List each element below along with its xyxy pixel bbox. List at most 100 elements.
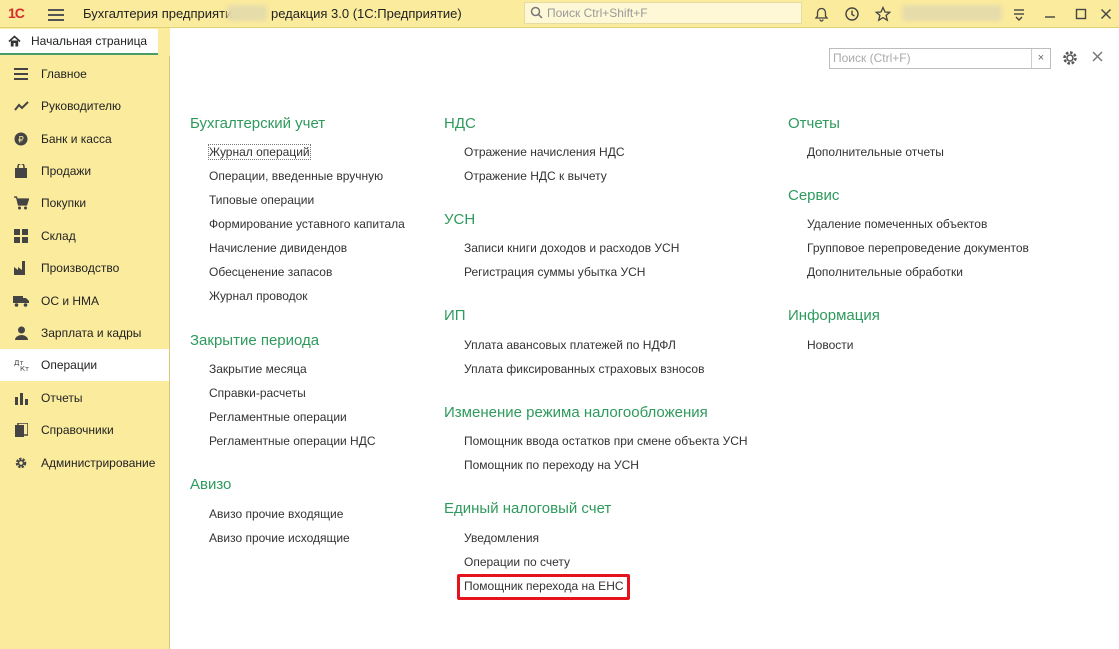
sidebar-item-label: Склад (41, 229, 76, 243)
link-aviso-incoming[interactable]: Авизо прочие входящие (209, 507, 343, 521)
sidebar-item-label: Главное (41, 67, 87, 81)
truck-icon (13, 293, 29, 309)
title-bar: 1С Бухгалтерия предприятия редакция 3.0 … (0, 0, 1119, 28)
history-icon[interactable] (843, 5, 861, 23)
sidebar-item-label: Продажи (41, 164, 92, 178)
link-usn-transition-assistant[interactable]: Помощник по переходу на УСН (464, 458, 639, 472)
section-title-ip: ИП (444, 307, 466, 324)
link-routine-operations[interactable]: Регламентные операции (209, 410, 347, 424)
bell-icon[interactable] (812, 5, 830, 23)
menu-icon (13, 66, 29, 82)
global-search-placeholder: Поиск Ctrl+Shift+F (547, 6, 648, 20)
close-window-icon[interactable] (1097, 5, 1115, 23)
close-panel-icon[interactable] (1092, 49, 1103, 67)
link-calculations[interactable]: Справки-расчеты (209, 386, 306, 400)
link-notifications[interactable]: Уведомления (464, 531, 539, 545)
sidebar-item-sales[interactable]: Продажи (0, 155, 169, 187)
sidebar-item-main[interactable]: Главное (0, 58, 169, 90)
link-additional-processing[interactable]: Дополнительные обработки (807, 265, 963, 279)
app-logo: 1С (8, 5, 25, 21)
sidebar-item-purchases[interactable]: Покупки (0, 187, 169, 219)
cart-icon (13, 195, 29, 211)
tab-home[interactable]: Начальная страница (0, 29, 158, 55)
section-title-accounting: Бухгалтерский учет (190, 115, 326, 132)
section-title-info: Информация (788, 307, 880, 324)
link-group-reposting[interactable]: Групповое перепроведение документов (807, 241, 1029, 255)
sidebar-item-warehouse[interactable]: Склад (0, 220, 169, 252)
app-title: Бухгалтерия предприятия (83, 6, 240, 21)
sidebar-item-label: Зарплата и кадры (41, 326, 142, 340)
app-title-edition: редакция 3.0 (1С:Предприятие) (271, 6, 462, 21)
redacted-user (902, 5, 1002, 21)
link-charter-capital[interactable]: Формирование уставного капитала (209, 217, 405, 231)
section-title-usn: УСН (444, 211, 476, 228)
link-manual-operations[interactable]: Операции, введенные вручную (209, 169, 383, 183)
svg-text:Кт: Кт (20, 365, 29, 372)
book-icon (13, 422, 29, 438)
section-search-input[interactable]: Поиск (Ctrl+F) × (829, 48, 1051, 69)
sidebar-item-references[interactable]: Справочники (0, 414, 169, 446)
link-dividends[interactable]: Начисление дивидендов (209, 241, 347, 255)
sidebar-item-label: Покупки (41, 196, 87, 210)
section-title-period-close: Закрытие периода (190, 332, 320, 349)
link-delete-marked[interactable]: Удаление помеченных объектов (807, 217, 987, 231)
sidebar-item-production[interactable]: Производство (0, 252, 169, 284)
link-standard-operations[interactable]: Типовые операции (209, 193, 314, 207)
sidebar-item-admin[interactable]: Администрирование (0, 447, 169, 479)
link-fixed-contributions[interactable]: Уплата фиксированных страховых взносов (464, 362, 704, 376)
section-title-tax-change: Изменение режима налогообложения (444, 404, 708, 421)
bar-chart-icon (13, 390, 29, 406)
settings-gear-icon[interactable] (1061, 49, 1079, 67)
link-usn-book[interactable]: Записи книги доходов и расходов УСН (464, 241, 679, 255)
bag-icon (13, 163, 29, 179)
section-title-ens: Единый налоговый счет (444, 500, 612, 517)
search-icon (530, 6, 543, 22)
link-inventory-impairment[interactable]: Обесценение запасов (209, 265, 332, 279)
link-vat-deduction[interactable]: Отражение НДС к вычету (464, 169, 607, 183)
sidebar: Главное Руководителю ₽ Банк и касса Прод… (0, 56, 170, 649)
sidebar-item-salary[interactable]: Зарплата и кадры (0, 317, 169, 349)
clear-search-icon[interactable]: × (1031, 49, 1050, 68)
sidebar-item-label: Справочники (41, 423, 114, 437)
coin-icon: ₽ (13, 131, 29, 147)
section-title-vat: НДС (444, 115, 476, 132)
section-title-reports: Отчеты (788, 115, 840, 132)
section-search-placeholder: Поиск (Ctrl+F) (833, 51, 911, 65)
link-routine-operations-vat[interactable]: Регламентные операции НДС (209, 434, 376, 448)
link-vat-accrual[interactable]: Отражение начисления НДС (464, 145, 625, 159)
highlight-frame (457, 574, 630, 600)
link-postings-journal[interactable]: Журнал проводок (209, 289, 308, 303)
link-additional-reports[interactable]: Дополнительные отчеты (807, 145, 944, 159)
sidebar-item-assets[interactable]: ОС и НМА (0, 285, 169, 317)
dt-kt-icon: Дт Кт (13, 357, 29, 373)
section-title-service: Сервис (788, 187, 840, 204)
link-usn-balance-assistant[interactable]: Помощник ввода остатков при смене объект… (464, 434, 748, 448)
warehouse-icon (13, 228, 29, 244)
star-icon[interactable] (874, 5, 892, 23)
sidebar-item-manager[interactable]: Руководителю (0, 90, 169, 122)
sidebar-item-reports[interactable]: Отчеты (0, 382, 169, 414)
global-search-input[interactable]: Поиск Ctrl+Shift+F (524, 2, 802, 24)
link-month-close[interactable]: Закрытие месяца (209, 362, 307, 376)
link-operations-journal[interactable]: Журнал операций (208, 144, 311, 160)
sidebar-item-label: ОС и НМА (41, 294, 100, 308)
settings-menu-icon[interactable] (1010, 5, 1028, 23)
link-ndfl-advance[interactable]: Уплата авансовых платежей по НДФЛ (464, 338, 676, 352)
maximize-icon[interactable] (1072, 5, 1090, 23)
link-account-operations[interactable]: Операции по счету (464, 555, 570, 569)
tab-home-label: Начальная страница (31, 34, 148, 48)
sidebar-item-bank[interactable]: ₽ Банк и касса (0, 123, 169, 155)
sidebar-item-operations[interactable]: Дт Кт Операции (0, 349, 169, 381)
redacted-text (227, 5, 267, 21)
minimize-icon[interactable] (1041, 5, 1059, 23)
sidebar-item-label: Администрирование (41, 456, 156, 470)
main-menu-icon[interactable] (48, 6, 64, 22)
sidebar-item-label: Операции (41, 358, 98, 372)
chart-trend-icon (13, 98, 29, 114)
home-icon (8, 34, 21, 48)
person-icon (13, 325, 29, 341)
link-aviso-outgoing[interactable]: Авизо прочие исходящие (209, 531, 350, 545)
link-news[interactable]: Новости (807, 338, 853, 352)
link-usn-loss[interactable]: Регистрация суммы убытка УСН (464, 265, 645, 279)
sidebar-item-label: Банк и касса (41, 132, 112, 146)
